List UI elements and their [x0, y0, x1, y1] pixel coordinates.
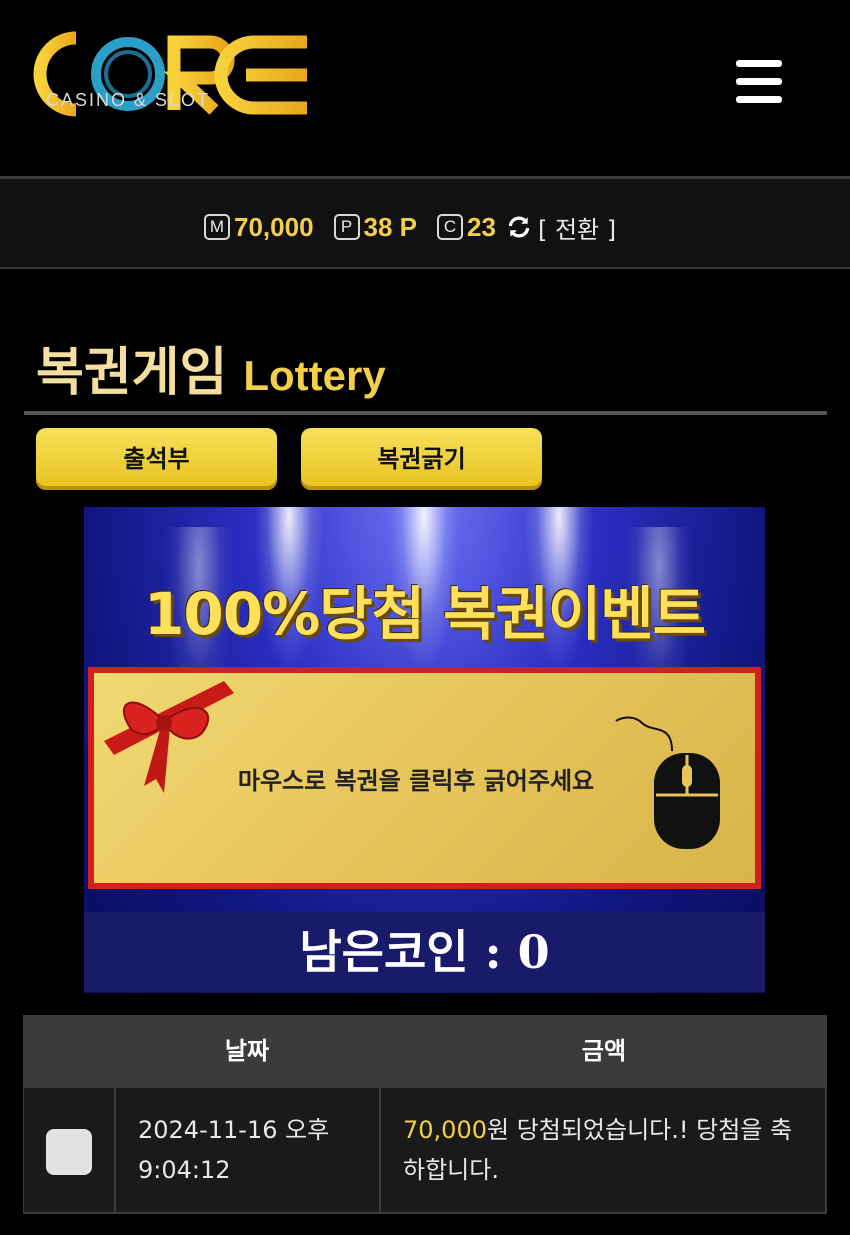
point-icon: P [333, 214, 360, 240]
row-date: 2024-11-16 오후 9:04:12 [138, 1116, 330, 1184]
switch-link[interactable]: [ 전환 ] [538, 210, 616, 245]
money-icon: M [204, 214, 230, 240]
hamburger-menu-icon[interactable] [736, 60, 784, 104]
site-header: CASINO & SLOT [0, 0, 850, 176]
table-row: 2024-11-16 오후 9:04:12 70,000원 당첨되었습니다.! … [23, 1087, 827, 1214]
title-divider [24, 411, 827, 415]
row-checkbox[interactable] [46, 1129, 92, 1175]
remaining-coins: 남은코인 : 0 [84, 912, 765, 992]
core-logo[interactable] [32, 28, 312, 140]
refresh-icon[interactable] [506, 214, 532, 240]
coin-value: 23 [467, 211, 496, 242]
computer-mouse-icon [615, 716, 720, 849]
attendance-button[interactable]: 출석부 [36, 428, 277, 490]
point-value: 38 P [363, 211, 418, 242]
page-title-korean: 복권게임 [36, 343, 228, 403]
logo-subtitle: CASINO & SLOT [46, 90, 211, 110]
coin-icon: C [437, 214, 464, 240]
scratch-card[interactable]: 마우스로 복권을 클릭후 긁어주세요 [88, 667, 761, 889]
column-header-amount: 금액 [581, 1037, 627, 1065]
row-message: 70,000원 당첨되었습니다.! 당첨을 축하합니다. [403, 1110, 813, 1190]
scratch-lottery-button[interactable]: 복권긁기 [301, 428, 542, 490]
balance-bar: M 70,000 P 38 P C 23 [ 전환 ] [0, 176, 850, 269]
scratch-instruction: 마우스로 복권을 클릭후 긁어주세요 [237, 767, 595, 795]
money-value: 70,000 [234, 211, 314, 242]
column-header-date: 날짜 [224, 1037, 270, 1065]
lottery-banner: 100%당첨 복권이벤트 마우스로 복권을 클릭후 긁어주세요 남은코인 : 0 [84, 507, 765, 993]
page-title-english: Lottery [243, 352, 386, 399]
page-title: 복권게임 Lottery [36, 330, 386, 403]
row-amount: 70,000 [403, 1116, 487, 1144]
lottery-history-table: 날짜 금액 2024-11-16 오후 9:04:12 70,000원 당첨되었… [23, 1015, 827, 1214]
banner-headline: 100%당첨 복권이벤트 [144, 580, 706, 648]
